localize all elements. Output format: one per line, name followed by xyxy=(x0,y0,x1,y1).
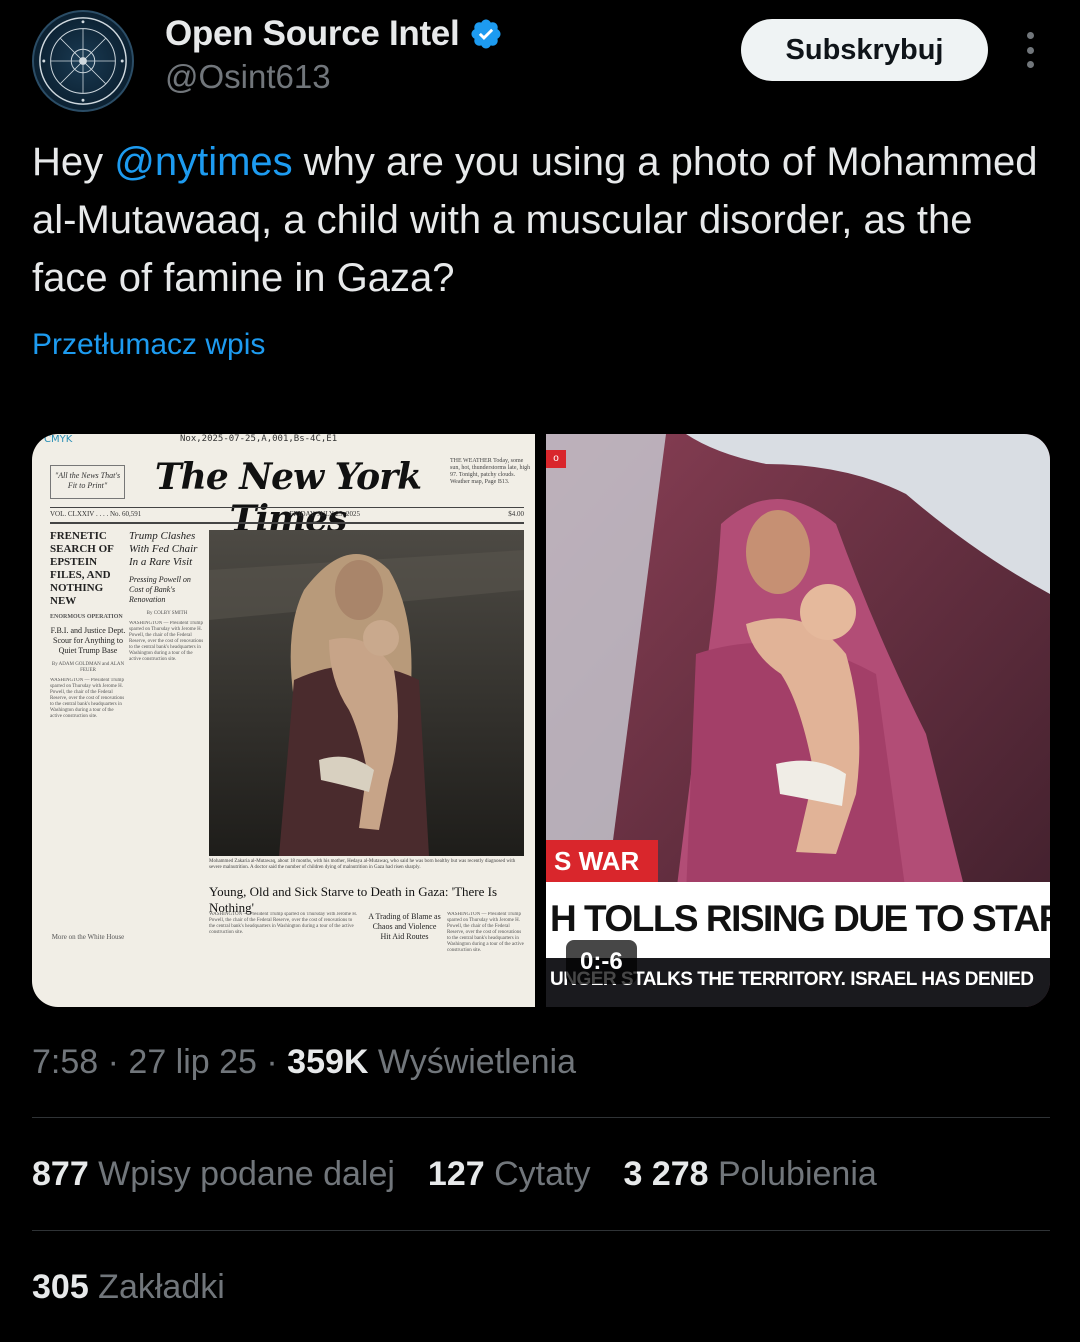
osint-seal-logo xyxy=(39,17,127,105)
np-main-body: WASHINGTON — President Trump sparred on … xyxy=(209,912,359,992)
np-mid-column: Trump Clashes With Fed Chair In a Rare V… xyxy=(129,530,205,961)
np-more-label: More on the White House xyxy=(51,933,125,941)
reposts-label: Wpisy podane dalej xyxy=(88,1155,395,1193)
np-right-body-text: WASHINGTON — President Trump sparred on … xyxy=(447,912,524,953)
video-timer: 0:-6 xyxy=(566,940,637,984)
np-main-body-text: WASHINGTON — President Trump sparred on … xyxy=(209,912,358,935)
bookmarks-count: 305 xyxy=(32,1268,89,1306)
np-right-body: WASHINGTON — President Trump sparred on … xyxy=(447,912,524,992)
np-mid-body: WASHINGTON — President Trump sparred on … xyxy=(129,621,204,662)
np-side-headline: A Trading of Blame as Chaos and Violence… xyxy=(368,912,441,941)
np-masthead: The New York Times xyxy=(154,456,422,540)
views-count: 359K xyxy=(287,1043,369,1081)
np-left-sub: F.B.I. and Justice Dept. Scour for Anyth… xyxy=(50,626,126,655)
bookmarks-label: Zakładki xyxy=(88,1268,225,1306)
translate-link[interactable]: Przetłumacz wpis xyxy=(32,328,265,362)
np-left-kicker: ENORMOUS OPERATION xyxy=(50,614,123,620)
video-corner-label: o xyxy=(546,450,566,468)
quotes-stat[interactable]: 127 Cytaty xyxy=(428,1155,591,1194)
np-mid-sub: Pressing Powell on Cost of Bank's Renova… xyxy=(129,575,191,604)
likes-count: 3 278 xyxy=(623,1155,709,1193)
reposts-count: 877 xyxy=(32,1155,89,1193)
np-left-byline: By ADAM GOLDMAN and ALAN FEUER xyxy=(51,662,125,673)
tweet-meta: 7:58 · 27 lip 25 · 359K Wyświetlenia xyxy=(32,1043,576,1082)
np-mid-byline: By COLBY SMITH xyxy=(146,611,188,616)
meta-separator: · xyxy=(98,1043,129,1081)
np-photo-illustration xyxy=(209,530,524,856)
np-rule xyxy=(50,507,524,508)
mention-link[interactable]: @nytimes xyxy=(114,140,292,184)
bookmarks-stat[interactable]: 305 Zakładki xyxy=(32,1268,225,1307)
quotes-count: 127 xyxy=(427,1155,485,1193)
meta-separator: · xyxy=(256,1043,288,1081)
handle[interactable]: @Osint613 xyxy=(165,58,331,96)
likes-label: Polubienia xyxy=(708,1155,877,1193)
np-photo-caption: Mohammed Zakaria al-Mutawaq, about 18 mo… xyxy=(209,859,516,870)
np-left-headline: FRENETIC SEARCH OF EPSTEIN FILES, AND NO… xyxy=(50,530,114,607)
more-vertical-icon[interactable] xyxy=(1010,28,1050,72)
np-code: Nox,2025-07-25,A,001,Bs-4C,E1 xyxy=(180,434,338,444)
dot xyxy=(1026,32,1034,39)
subscribe-button[interactable]: Subskrybuj xyxy=(741,19,988,81)
newspaper-image[interactable]: CMYK Nox,2025-07-25,A,001,Bs-4C,E1 "All … xyxy=(32,434,535,1007)
np-rule xyxy=(50,522,524,524)
video-thumbnail[interactable]: o S WAR H TOLLS RISING DUE TO STARVA UNG… xyxy=(546,434,1050,1007)
video-war-label: S WAR xyxy=(546,840,658,882)
tweet-text: Hey @nytimes why are you using a photo o… xyxy=(32,133,1052,307)
np-cmyk: CMYK xyxy=(44,434,73,445)
engagement-stats: 877 Wpisy podane dalej 127 Cytaty 3 278 … xyxy=(32,1155,877,1194)
media-grid: CMYK Nox,2025-07-25,A,001,Bs-4C,E1 "All … xyxy=(32,434,1050,1007)
np-mid-headline: Trump Clashes With Fed Chair In a Rare V… xyxy=(129,530,198,568)
display-name[interactable]: Open Source Intel xyxy=(165,14,460,54)
np-date: FRIDAY, JULY 25, 2025 xyxy=(289,510,360,518)
views-label: Wyświetlenia xyxy=(368,1043,576,1081)
tweet-date[interactable]: 27 lip 25 xyxy=(128,1043,257,1081)
np-left-body: WASHINGTON — President Trump sparred on … xyxy=(50,678,125,719)
np-dateline: VOL. CLXXIV . . . . No. 60,591 FRIDAY, J… xyxy=(50,510,524,518)
tweet-time[interactable]: 7:58 xyxy=(32,1043,98,1081)
np-photo xyxy=(209,530,524,856)
np-left-column: FRENETIC SEARCH OF EPSTEIN FILES, AND NO… xyxy=(50,530,126,941)
divider xyxy=(32,1230,1050,1231)
tweet-text-before: Hey xyxy=(32,140,115,184)
verified-badge-icon[interactable] xyxy=(469,17,503,51)
np-weather: THE WEATHER Today, some sun, hot, thunde… xyxy=(450,458,531,485)
divider xyxy=(32,1117,1050,1118)
reposts-stat[interactable]: 877 Wpisy podane dalej xyxy=(32,1155,395,1194)
avatar[interactable] xyxy=(32,10,134,112)
quotes-label: Cytaty xyxy=(484,1155,591,1193)
np-vol: VOL. CLXXIV . . . . No. 60,591 xyxy=(50,510,142,518)
tweet-header: Open Source Intel @Osint613 Subskrybuj xyxy=(0,0,1080,112)
dot xyxy=(1026,61,1034,68)
np-motto: "All the News That's Fit to Print" xyxy=(50,465,125,499)
likes-stat[interactable]: 3 278 Polubienia xyxy=(623,1155,876,1194)
name-row: Open Source Intel xyxy=(165,14,503,54)
np-price: $4.00 xyxy=(508,510,524,518)
dot xyxy=(1026,46,1034,54)
